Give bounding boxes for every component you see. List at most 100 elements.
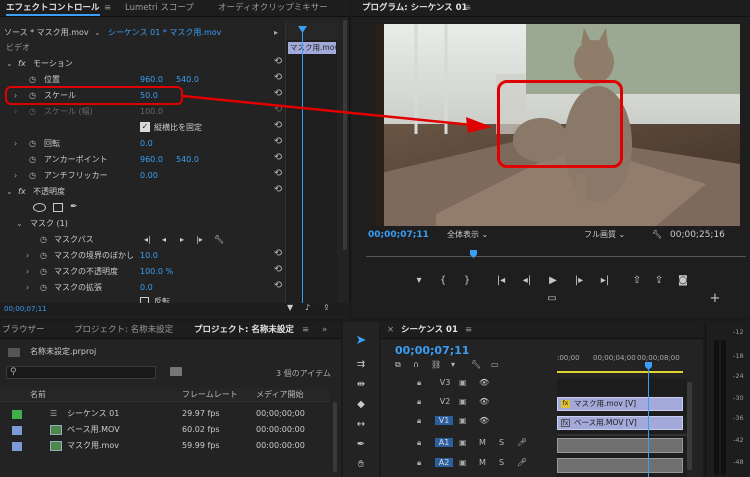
- track-label[interactable]: V3: [437, 378, 453, 387]
- track-select-icon[interactable]: ⇉: [354, 358, 368, 372]
- tab-project-1[interactable]: プロジェクト: 名称未設定: [74, 322, 173, 338]
- audio-icon[interactable]: ♪: [305, 303, 310, 312]
- mark-in-icon[interactable]: {: [436, 274, 450, 288]
- camera-icon[interactable]: ◙: [676, 274, 690, 288]
- chevron-down-icon[interactable]: ⌄: [6, 184, 13, 199]
- anchor-x-value[interactable]: 960.0: [140, 152, 163, 167]
- step-back-icon[interactable]: ◂|: [520, 274, 534, 288]
- position-y-value[interactable]: 540.0: [176, 72, 199, 87]
- clip-base[interactable]: fx ベース用.MOV [V]: [557, 416, 683, 430]
- ripple-edit-icon[interactable]: ⇹: [354, 378, 368, 392]
- panel-menu-icon[interactable]: ≡: [464, 0, 471, 16]
- captions-icon[interactable]: ▭: [491, 360, 499, 369]
- reset-icon[interactable]: ⟲: [272, 88, 284, 100]
- snap-icon[interactable]: ∩: [413, 360, 419, 369]
- mask-opacity-value[interactable]: 100.0 %: [140, 264, 173, 279]
- comparison-view-icon[interactable]: ▭: [545, 292, 559, 306]
- sync-lock-icon[interactable]: ▣: [459, 397, 467, 406]
- opacity-row[interactable]: ⌄ fx 不透明度 ⟲: [0, 184, 284, 199]
- nest-icon[interactable]: ⧉: [395, 360, 401, 370]
- table-row[interactable]: マスク用.mov 59.99 fps 00:00:00:00: [0, 438, 330, 454]
- solo-button[interactable]: S: [499, 438, 504, 447]
- microphone-icon[interactable]: 🎤︎: [517, 458, 527, 467]
- clip-mask[interactable]: fx マスク用.mov [V]: [557, 397, 683, 411]
- mark-out-icon[interactable]: }: [460, 274, 474, 288]
- panel-menu-icon[interactable]: ≡: [302, 322, 309, 338]
- reset-icon[interactable]: ⟲: [272, 136, 284, 148]
- pen-mask-icon[interactable]: ✒: [70, 200, 78, 215]
- effect-playhead[interactable]: [302, 26, 303, 310]
- track-label[interactable]: A1: [435, 438, 453, 447]
- ellipse-mask-icon[interactable]: [33, 203, 46, 212]
- track-backward-icon[interactable]: ◂|: [144, 232, 151, 247]
- extract-icon[interactable]: ⇪: [652, 274, 666, 288]
- mask-expansion-value[interactable]: 0.0: [140, 280, 153, 295]
- stopwatch-icon[interactable]: ◷: [40, 248, 47, 263]
- track-back-one-icon[interactable]: ◂: [162, 232, 166, 247]
- fx-icon[interactable]: fx: [18, 184, 26, 199]
- panel-overflow-icon[interactable]: »: [322, 322, 327, 338]
- sync-lock-icon[interactable]: ▣: [459, 438, 467, 447]
- lock-icon[interactable]: 🔒︎: [417, 416, 421, 426]
- reset-icon[interactable]: ⟲: [272, 264, 284, 276]
- stopwatch-icon[interactable]: ◷: [29, 136, 36, 151]
- chevron-right-icon[interactable]: ›: [26, 264, 29, 279]
- timeline-playhead-marker[interactable]: [645, 362, 652, 370]
- audio-clip-a1[interactable]: [557, 438, 683, 453]
- table-row[interactable]: ベース用.MOV 60.02 fps 00:00:00:00: [0, 422, 330, 438]
- table-row[interactable]: ☰ シーケンス 01 29.97 fps 00;00;00;00: [0, 406, 330, 422]
- wrench-icon[interactable]: 🔧︎: [214, 232, 224, 247]
- eye-icon[interactable]: 👁︎: [479, 397, 489, 406]
- timeline-timecode[interactable]: 00;00;07;11: [395, 344, 469, 357]
- stopwatch-icon[interactable]: ◷: [40, 264, 47, 279]
- tab-effect-controls[interactable]: エフェクトコントロール: [6, 0, 100, 16]
- track-label[interactable]: V1: [435, 416, 453, 425]
- timeline-scrollbar[interactable]: [687, 382, 692, 470]
- effect-controls-scrollbar[interactable]: [343, 20, 347, 250]
- chevron-right-icon[interactable]: ›: [26, 280, 29, 295]
- column-name[interactable]: 名前: [30, 388, 46, 402]
- sync-lock-icon[interactable]: ▣: [459, 416, 467, 425]
- timeline-settings-icon[interactable]: 🔧︎: [471, 360, 481, 369]
- reset-icon[interactable]: ⟲: [272, 72, 284, 84]
- add-marker-icon[interactable]: ▾: [412, 274, 426, 288]
- track-forward-one-icon[interactable]: ▸: [180, 232, 184, 247]
- mask-row[interactable]: ⌄ マスク (1): [0, 216, 284, 231]
- tab-project-2[interactable]: プロジェクト: 名称未設定: [194, 322, 294, 338]
- clip-area[interactable]: fx マスク用.mov [V] fx ベース用.MOV [V]: [557, 378, 687, 477]
- stopwatch-icon[interactable]: ◷: [29, 104, 36, 119]
- position-x-value[interactable]: 960.0: [140, 72, 163, 87]
- timeline-title[interactable]: シーケンス 01: [401, 322, 458, 338]
- stopwatch-icon[interactable]: ◷: [29, 72, 36, 87]
- eye-icon[interactable]: 👁︎: [479, 416, 489, 425]
- microphone-icon[interactable]: 🎤︎: [517, 438, 527, 447]
- filter-icon[interactable]: ▼: [287, 303, 293, 312]
- pen-tool-icon[interactable]: ✒: [354, 438, 368, 452]
- column-frame-rate[interactable]: フレームレート: [182, 388, 238, 402]
- chevron-right-icon[interactable]: ›: [14, 136, 17, 151]
- play-icon[interactable]: ▶: [546, 274, 560, 288]
- track-forward-icon[interactable]: |▸: [196, 232, 203, 247]
- go-to-in-icon[interactable]: |◂: [494, 274, 508, 288]
- project-scrollbar[interactable]: [333, 402, 337, 472]
- track-label[interactable]: V2: [437, 397, 453, 406]
- stopwatch-icon[interactable]: ◷: [40, 280, 47, 295]
- track-label[interactable]: A2: [435, 458, 453, 467]
- export-icon[interactable]: ⇪: [323, 303, 330, 312]
- program-timecode[interactable]: 00;00;07;11: [368, 228, 429, 242]
- program-title[interactable]: プログラム: シーケンス 01: [362, 0, 467, 16]
- stopwatch-icon[interactable]: ◷: [29, 152, 36, 167]
- wrench-icon[interactable]: 🔧︎: [652, 228, 662, 242]
- razor-tool-icon[interactable]: ◆: [354, 398, 368, 412]
- sequence-link[interactable]: シーケンス 01 * マスク用.mov: [108, 26, 221, 40]
- reset-icon[interactable]: ⟲: [272, 56, 284, 68]
- stopwatch-icon[interactable]: ◷: [40, 232, 47, 247]
- chevron-down-icon[interactable]: ⌄: [94, 26, 101, 40]
- sync-lock-icon[interactable]: ▣: [459, 458, 467, 467]
- lift-icon[interactable]: ⇧: [630, 274, 644, 288]
- step-forward-icon[interactable]: |▸: [572, 274, 586, 288]
- tab-lumetri-scope[interactable]: Lumetri スコープ: [125, 0, 194, 16]
- rectangle-mask-icon[interactable]: [53, 203, 63, 212]
- quality-dropdown[interactable]: フル画質 ⌄: [584, 228, 646, 242]
- solo-button[interactable]: S: [499, 458, 504, 467]
